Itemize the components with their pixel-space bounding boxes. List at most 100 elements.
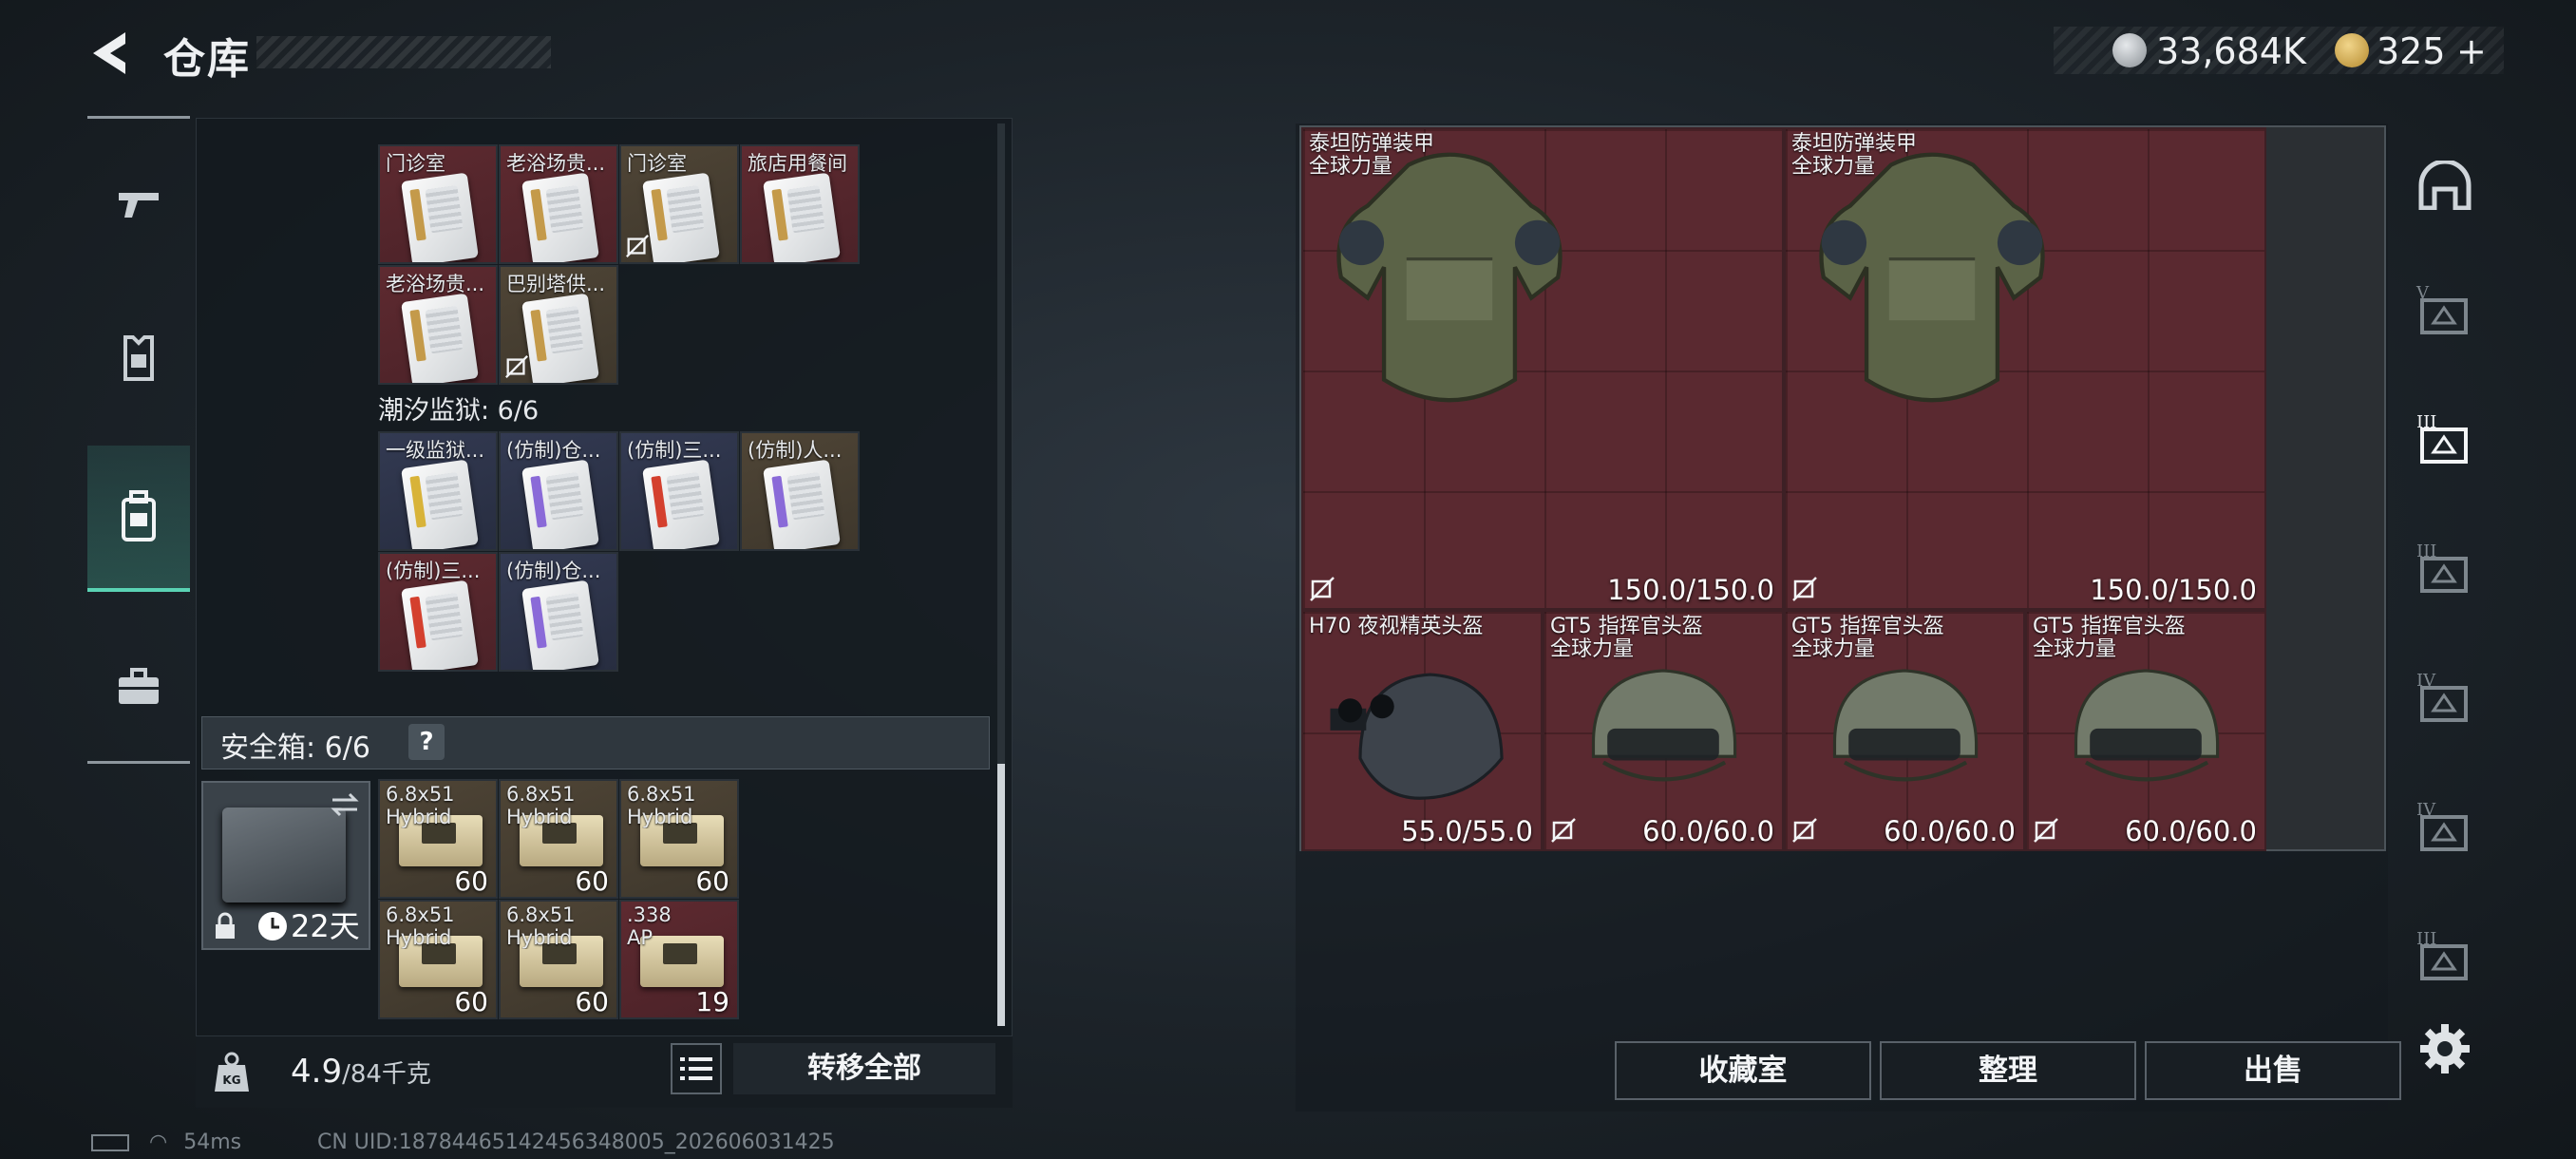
- storage-tab[interactable]: IV: [2399, 779, 2491, 884]
- page-title: 仓库: [163, 35, 251, 84]
- weight-icon: KG: [215, 1052, 249, 1092]
- ammo-count: 60: [695, 865, 729, 897]
- list-icon: [680, 1057, 712, 1080]
- silver-currency-value: 33,684K: [2156, 30, 2306, 72]
- back-arrow-icon[interactable]: [84, 27, 137, 80]
- key-card-item[interactable]: (仿制)人...: [740, 431, 860, 551]
- storage-tier-label: III: [2416, 929, 2437, 949]
- silver-coin-icon: [2112, 33, 2147, 67]
- no-trade-icon: [1550, 817, 1577, 844]
- helmet-image: [1832, 669, 1979, 782]
- add-currency-button[interactable]: +: [2456, 30, 2487, 72]
- storage-tab[interactable]: [2399, 133, 2491, 238]
- armor-item[interactable]: 泰坦防弹装甲 全球力量 150.0/150.0: [1784, 127, 2266, 610]
- storage-tab[interactable]: III: [2399, 391, 2491, 496]
- helmet-item[interactable]: GT5 指挥官头盔 全球力量 60.0/60.0: [1784, 610, 2025, 851]
- key-card-item[interactable]: 巴别塔供...: [499, 265, 618, 385]
- storage-tier-label: III: [2416, 542, 2437, 561]
- ammo-label: 6.8x51 Hybrid: [506, 783, 576, 828]
- key-card-item[interactable]: (仿制)三...: [378, 552, 498, 672]
- currency-bar: 33,684K 325 +: [2054, 27, 2504, 74]
- storage-tier-label: III: [2416, 412, 2437, 432]
- clock-icon: [258, 912, 287, 940]
- helmet-durability: 60.0/60.0: [1884, 815, 2016, 847]
- key-card-item[interactable]: 一级监狱...: [378, 431, 498, 551]
- storage-tab[interactable]: III: [2399, 521, 2491, 625]
- safe-box-help-button[interactable]: ?: [408, 724, 445, 760]
- armor-vest-image: [1336, 152, 1563, 403]
- armor-item[interactable]: 泰坦防弹装甲 全球力量 150.0/150.0: [1301, 127, 1784, 610]
- gold-currency-value: 325: [2377, 30, 2446, 72]
- ammo-item[interactable]: 6.8x51 Hybrid 60: [499, 900, 618, 1019]
- key-card-item[interactable]: (仿制)三...: [619, 431, 739, 551]
- helmet-image: [2074, 669, 2220, 782]
- key-card-item[interactable]: 门诊室: [619, 144, 739, 264]
- ammo-count: 60: [575, 865, 609, 897]
- gear-icon[interactable]: [2416, 1020, 2473, 1077]
- ammo-item[interactable]: 6.8x51 Hybrid 60: [619, 779, 739, 899]
- nav-weapons[interactable]: [87, 153, 190, 256]
- key-card-image: [521, 293, 599, 383]
- helmet-image: [1330, 673, 1504, 800]
- item-label: 门诊室: [386, 152, 445, 175]
- helmet-label: H70 夜视精英头盔: [1309, 615, 1484, 638]
- ammo-count: 60: [575, 986, 609, 1017]
- ammo-item[interactable]: 6.8x51 Hybrid 60: [499, 779, 618, 899]
- no-trade-icon: [504, 354, 529, 379]
- helmet-item[interactable]: GT5 指挥官头盔 全球力量 60.0/60.0: [2025, 610, 2266, 851]
- nav-backpack[interactable]: [87, 446, 190, 592]
- item-label: (仿制)人...: [748, 439, 843, 462]
- helmet-durability: 60.0/60.0: [2125, 815, 2257, 847]
- storage-tab[interactable]: V: [2399, 262, 2491, 367]
- list-view-button[interactable]: [671, 1043, 722, 1094]
- weight-current: 4.9: [291, 1053, 343, 1091]
- transfer-all-button[interactable]: 转移全部: [733, 1043, 995, 1094]
- helmet-durability: 55.0/55.0: [1401, 815, 1533, 847]
- no-trade-icon: [1791, 576, 1818, 602]
- section-title-prison: 潮汐监狱: 6/6: [378, 396, 540, 426]
- backpack-scroll-thumb[interactable]: [997, 764, 1005, 1026]
- sell-button[interactable]: 出售: [2145, 1041, 2401, 1100]
- key-card-image: [521, 459, 599, 549]
- armor-durability: 150.0/150.0: [2090, 574, 2257, 606]
- nav-cases[interactable]: [87, 636, 190, 738]
- helmet-durability: 60.0/60.0: [1642, 815, 1774, 847]
- key-card-item[interactable]: 老浴场贵...: [499, 144, 618, 264]
- item-label: (仿制)三...: [627, 439, 722, 462]
- armor-vest-image: [1819, 152, 2045, 403]
- weight-max: /84千克: [342, 1060, 431, 1089]
- no-trade-icon: [1309, 576, 1335, 602]
- armor-rack-icon: III: [2416, 929, 2473, 986]
- ammo-item[interactable]: 6.8x51 Hybrid 60: [378, 779, 498, 899]
- item-label: 巴别塔供...: [506, 273, 606, 295]
- key-card-image: [521, 172, 599, 262]
- armor-durability: 150.0/150.0: [1607, 574, 1774, 606]
- ammo-item[interactable]: .338 AP 19: [619, 900, 739, 1019]
- item-label: (仿制)仓...: [506, 560, 601, 582]
- title-decoration: [256, 36, 551, 68]
- sort-button[interactable]: 整理: [1880, 1041, 2136, 1100]
- helmet-item[interactable]: GT5 指挥官头盔 全球力量 60.0/60.0: [1543, 610, 1784, 851]
- key-card-item[interactable]: 老浴场贵...: [378, 265, 498, 385]
- key-card-item[interactable]: (仿制)仓...: [499, 431, 618, 551]
- ammo-item[interactable]: 6.8x51 Hybrid 60: [378, 900, 498, 1019]
- key-card-item[interactable]: (仿制)仓...: [499, 552, 618, 672]
- armor-label: 泰坦防弹装甲 全球力量: [1791, 132, 1918, 179]
- item-label: 一级监狱...: [386, 439, 485, 462]
- storage-tab[interactable]: IV: [2399, 650, 2491, 754]
- status-bar: ◠ 54ms: [91, 1130, 241, 1154]
- user-uid: CN UID:18784465142456348005_202606031425: [317, 1130, 835, 1154]
- collection-room-button[interactable]: 收藏室: [1615, 1041, 1871, 1100]
- helmet-image: [1591, 669, 1737, 782]
- item-label: (仿制)仓...: [506, 439, 601, 462]
- storage-tab[interactable]: III: [2399, 908, 2491, 1013]
- key-card-item[interactable]: 旅店用餐间: [740, 144, 860, 264]
- key-card-item[interactable]: 门诊室: [378, 144, 498, 264]
- armor-rack-add-icon: IV: [2416, 800, 2473, 857]
- key-card-image: [401, 172, 479, 262]
- helmet-item[interactable]: H70 夜视精英头盔 55.0/55.0: [1301, 610, 1543, 851]
- gun-icon: [119, 193, 159, 218]
- nav-armor[interactable]: [87, 307, 190, 409]
- storage-tier-label: V: [2416, 283, 2429, 303]
- swap-icon[interactable]: [329, 790, 361, 819]
